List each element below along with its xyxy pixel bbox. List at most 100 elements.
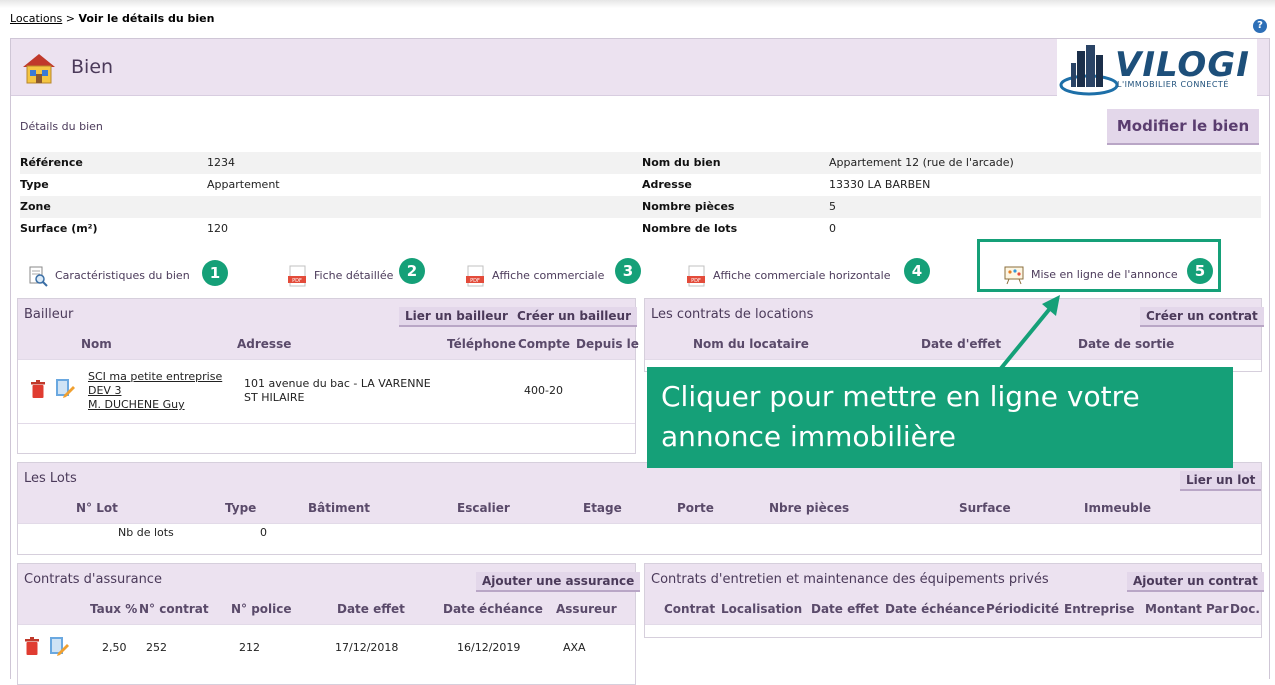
detail-label: Adresse xyxy=(642,178,692,191)
question-icon[interactable]: ? xyxy=(1253,19,1267,33)
detail-value: 1234 xyxy=(207,156,235,169)
column-header: Etage xyxy=(583,501,622,515)
column-header: Assureur xyxy=(556,602,617,616)
property-details-table: Référence 1234 Nom du bien Appartement 1… xyxy=(20,152,1261,240)
action-caracteristiques[interactable]: Caractéristiques du bien xyxy=(27,265,190,287)
details-row: Référence 1234 Nom du bien Appartement 1… xyxy=(20,152,1261,174)
trash-icon[interactable] xyxy=(30,379,46,399)
owner-name-line[interactable]: DEV 3 xyxy=(88,384,121,397)
action-label: Affiche commerciale xyxy=(492,269,605,282)
column-header: Localisation xyxy=(721,602,803,616)
action-label: Caractéristiques du bien xyxy=(55,269,190,282)
property-frame: Bien VILOGI L'IMMOBILIER CONNECTÉ Détail… xyxy=(10,38,1270,685)
edit-icon[interactable] xyxy=(49,635,69,657)
column-header: Porte xyxy=(677,501,714,515)
column-header: Bâtiment xyxy=(308,501,371,515)
logo-word: VILOGI xyxy=(1115,45,1250,85)
table-header: Taux % N° contrat N° police Date effet D… xyxy=(18,594,635,625)
details-row: Type Appartement Adresse 13330 LA BARBEN xyxy=(20,174,1261,196)
panel-header: Contrats d'assurance Ajouter une assuran… xyxy=(18,564,641,594)
logo-building-icon xyxy=(1059,45,1119,96)
column-header: Téléphone xyxy=(447,337,517,351)
detail-label: Nombre de lots xyxy=(642,222,738,235)
action-label: Affiche commerciale horizontale xyxy=(713,269,891,282)
house-icon xyxy=(23,54,55,84)
column-header: Nom du locataire xyxy=(693,337,809,351)
panel-title: Les Lots xyxy=(24,471,77,486)
detail-label: Référence xyxy=(20,156,83,169)
owner-name-cell[interactable]: SCI ma petite entreprise DEV 3 M. DUCHEN… xyxy=(88,370,222,412)
column-header: Date de sortie xyxy=(1078,337,1175,351)
breadcrumb-separator: > xyxy=(62,12,79,25)
page-header: Bien VILOGI L'IMMOBILIER CONNECTÉ xyxy=(11,39,1269,97)
table-header: Nom du locataire Date d'effet Date de so… xyxy=(645,329,1261,360)
svg-text:PDF: PDF xyxy=(470,278,480,284)
column-header: Depuis le xyxy=(576,337,639,351)
column-header: Adresse xyxy=(237,337,292,351)
lots-count-value: 0 xyxy=(260,526,267,539)
owner-name-line[interactable]: SCI ma petite entreprise xyxy=(88,370,222,383)
column-header: Surface xyxy=(959,501,1011,515)
top-shadow-bar xyxy=(0,0,1275,8)
column-header: Escalier xyxy=(457,501,510,515)
create-owner-button[interactable]: Créer un bailleur xyxy=(511,307,637,327)
edit-icon[interactable] xyxy=(55,377,75,399)
detail-label: Type xyxy=(20,178,49,191)
detail-value: 120 xyxy=(207,222,228,235)
add-maintenance-contract-button[interactable]: Ajouter un contrat xyxy=(1127,572,1264,592)
modify-property-button[interactable]: Modifier le bien xyxy=(1107,109,1259,145)
column-header: Date effet xyxy=(337,602,405,616)
column-header: Compte xyxy=(518,337,571,351)
link-lot-button[interactable]: Lier un lot xyxy=(1180,471,1262,491)
panel-header: Bailleur Lier un bailleur Créer un baill… xyxy=(18,299,637,329)
breadcrumb: Locations > Voir le détails du bien xyxy=(10,12,214,25)
column-header: Montant Par xyxy=(1145,602,1229,616)
svg-text:PDF: PDF xyxy=(292,278,302,284)
step-badge: 3 xyxy=(615,258,641,284)
column-header: Nom xyxy=(81,337,112,351)
owner-account-cell: 400-20 xyxy=(524,384,563,397)
breadcrumb-current: Voir le détails du bien xyxy=(78,12,215,25)
action-affiche-commerciale[interactable]: PDF Affiche commerciale xyxy=(466,265,604,287)
pdf-icon: PDF xyxy=(466,265,484,287)
insurance-policy-cell: 212 xyxy=(239,641,260,654)
step-badge: 4 xyxy=(904,258,930,284)
table-header: Nom Adresse Téléphone Compte Depuis le xyxy=(18,329,639,360)
page-title: Bien xyxy=(71,56,114,78)
detail-label: Nombre pièces xyxy=(642,200,735,213)
detail-value: Appartement 12 (rue de l'arcade) xyxy=(829,156,1014,169)
detail-value: 5 xyxy=(829,200,836,213)
pdf-icon: PDF xyxy=(687,265,705,287)
column-header: N° police xyxy=(231,602,292,616)
column-header: Taux % xyxy=(90,602,138,616)
link-owner-button[interactable]: Lier un bailleur xyxy=(399,307,514,327)
bailleur-panel: Bailleur Lier un bailleur Créer un baill… xyxy=(17,298,639,454)
column-header: Entreprise xyxy=(1064,602,1135,616)
action-fiche-detaillee[interactable]: PDF Fiche détaillée xyxy=(288,265,393,287)
row-divider xyxy=(18,423,635,424)
table-header: Contrat Localisation Date effet Date éch… xyxy=(645,594,1261,625)
add-insurance-button[interactable]: Ajouter une assurance xyxy=(476,572,641,592)
svg-text:PDF: PDF xyxy=(691,278,701,284)
panel-title: Les contrats de locations xyxy=(651,307,814,322)
panel-title: Contrats d'entretien et maintenance des … xyxy=(651,572,1049,587)
pdf-icon: PDF xyxy=(288,265,306,287)
lots-panel: Les Lots Lier un lot N° Lot Type Bâtimen… xyxy=(17,462,1262,555)
insurance-start-cell: 17/12/2018 xyxy=(335,641,399,654)
callout-tooltip: Cliquer pour mettre en ligne votre annon… xyxy=(647,367,1233,468)
owner-name-line[interactable]: M. DUCHENE Guy xyxy=(88,398,185,411)
detail-value: 13330 LA BARBEN xyxy=(829,178,931,191)
create-contract-button[interactable]: Créer un contrat xyxy=(1140,307,1264,327)
address-line: ST HILAIRE xyxy=(244,391,305,404)
column-header: Immeuble xyxy=(1084,501,1151,515)
action-affiche-horizontale[interactable]: PDF Affiche commerciale horizontale xyxy=(687,265,891,287)
insurance-contract-cell: 252 xyxy=(146,641,167,654)
trash-icon[interactable] xyxy=(24,636,40,656)
highlight-box xyxy=(977,239,1221,292)
column-header: N° Lot xyxy=(76,501,118,515)
detail-label: Surface (m²) xyxy=(20,222,98,235)
breadcrumb-link-locations[interactable]: Locations xyxy=(10,12,62,25)
magnifier-document-icon xyxy=(29,266,48,287)
action-label: Fiche détaillée xyxy=(314,269,394,282)
column-header: N° contrat xyxy=(139,602,209,616)
